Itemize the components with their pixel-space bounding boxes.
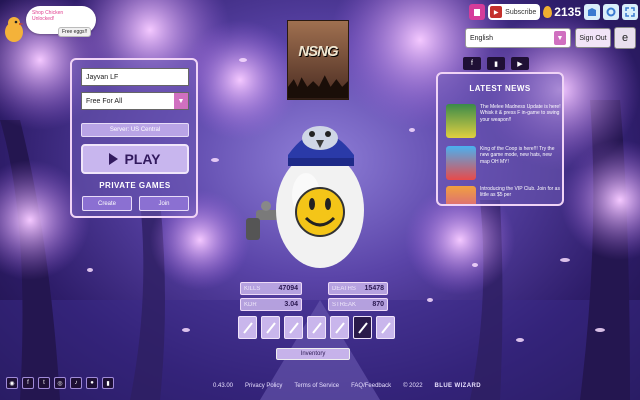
egg-character: [246, 126, 364, 268]
stat-value: 3.04: [284, 301, 298, 308]
create-game-button[interactable]: Create: [82, 196, 132, 211]
avatar[interactable]: e: [614, 27, 636, 49]
stat-kills: KILLS 47094: [240, 282, 302, 295]
discord-icon[interactable]: ◉: [6, 377, 18, 389]
logo-text: NSNG: [298, 43, 338, 60]
twitch-icon[interactable]: ▮: [487, 57, 505, 70]
play-icon: [109, 153, 119, 165]
subscribe-button[interactable]: ▶ Subscribe: [488, 4, 541, 20]
chevron-down-icon: ▼: [554, 31, 566, 45]
inventory-button[interactable]: Inventory: [276, 348, 350, 360]
news-thumbnail: [446, 146, 476, 180]
weapon-slot-smg[interactable]: [261, 316, 280, 339]
subscribe-label: Subscribe: [505, 8, 537, 16]
game-logo: NSNG: [287, 20, 349, 100]
join-game-button[interactable]: Join: [139, 196, 189, 211]
server-select-button[interactable]: Server: US Central: [81, 123, 189, 137]
news-title: LATEST NEWS: [469, 84, 531, 93]
news-item[interactable]: King of the Coop is here!!! Try the new …: [446, 146, 562, 182]
language-selected: English: [470, 34, 493, 42]
stat-value: 15478: [364, 285, 384, 292]
stat-streak: STREAK 870: [328, 298, 388, 311]
game-mode-selected: Free For All: [86, 97, 123, 105]
weapon-slot-melee[interactable]: [376, 316, 395, 339]
weapon-slot-crackshot[interactable]: [307, 316, 326, 339]
settings-icon[interactable]: [603, 4, 619, 20]
youtube-icon[interactable]: ▶: [511, 57, 529, 70]
news-text: King of the Coop is here!!! Try the new …: [480, 146, 555, 165]
player-name-input[interactable]: Jayvan LF: [81, 68, 189, 86]
news-text: Introducing the VIP Club. Join for as li…: [480, 186, 560, 199]
instagram-icon[interactable]: ◎: [54, 377, 66, 389]
golden-egg-icon: [543, 6, 553, 18]
stat-label: STREAK: [332, 301, 357, 308]
news-item[interactable]: The Melee Madness Update is here! Whisk …: [446, 104, 562, 140]
stat-label: KDR: [244, 301, 257, 308]
stat-label: DEATHS: [332, 285, 356, 292]
news-panel: LATEST NEWS The Melee Madness Update is …: [436, 72, 564, 206]
egg-balance: 2135: [543, 5, 581, 19]
weapon-slot-shotgun[interactable]: [284, 316, 303, 339]
play-label: PLAY: [124, 151, 161, 167]
facebook-icon[interactable]: f: [22, 377, 34, 389]
chevron-down-icon: ▼: [174, 93, 188, 109]
speech-line-2: Unlocked!: [32, 16, 55, 22]
facebook-icon[interactable]: f: [463, 57, 481, 70]
shop-icon[interactable]: [469, 4, 486, 20]
brand-logo[interactable]: BLUE WIZARD: [435, 383, 481, 389]
news-item[interactable]: Introducing the VIP Club. Join for as li…: [446, 186, 562, 204]
news-social-row: f ▮ ▶: [463, 57, 529, 70]
footer-social-icons: ◉ f t ◎ ♪ ● ▮: [6, 377, 114, 389]
tiktok-icon[interactable]: ♪: [70, 377, 82, 389]
stat-label: KILLS: [244, 285, 261, 292]
weapon-slot-rifle[interactable]: [238, 316, 257, 339]
private-games-title: PRIVATE GAMES: [99, 181, 171, 190]
news-thumbnail: [446, 104, 476, 138]
stat-value: 47094: [278, 285, 298, 292]
weapon-slot-selected[interactable]: [353, 316, 372, 339]
footer-links: 0.43.00 Privacy Policy Terms of Service …: [213, 383, 481, 389]
stat-value: 870: [372, 301, 384, 308]
steam-icon[interactable]: ●: [86, 377, 98, 389]
top-bar: ▶ Subscribe 2135: [469, 2, 638, 22]
faq-link[interactable]: FAQ/Feedback: [351, 383, 391, 389]
terms-link[interactable]: Terms of Service: [294, 383, 339, 389]
news-text: The Melee Madness Update is here! Whisk …: [480, 104, 561, 123]
play-button[interactable]: PLAY: [81, 144, 189, 174]
sign-out-button[interactable]: Sign Out: [575, 28, 611, 48]
stat-deaths: DEATHS 15478: [328, 282, 388, 295]
chicken-mascot-icon[interactable]: [2, 14, 26, 44]
language-select[interactable]: English ▼: [465, 28, 571, 48]
weapon-slot-egg-k[interactable]: [330, 316, 349, 339]
twitter-icon[interactable]: t: [38, 377, 50, 389]
copyright-label: © 2022: [403, 383, 423, 389]
logo-trees-icon: [288, 75, 348, 99]
news-thumbnail: [446, 186, 476, 204]
version-label: 0.43.00: [213, 383, 234, 389]
egg-count-value: 2135: [554, 5, 581, 19]
store-icon[interactable]: [584, 4, 600, 20]
youtube-icon: ▶: [490, 6, 503, 18]
fullscreen-icon[interactable]: [622, 4, 638, 20]
privacy-link[interactable]: Privacy Policy: [245, 383, 282, 389]
twitch-icon[interactable]: ▮: [102, 377, 114, 389]
free-eggs-button[interactable]: Free eggs!!: [58, 27, 92, 37]
play-panel: Jayvan LF Free For All ▼ Server: US Cent…: [70, 58, 198, 218]
stat-kdr: KDR 3.04: [240, 298, 302, 311]
game-mode-select[interactable]: Free For All ▼: [81, 92, 189, 110]
weapon-slots: [238, 316, 395, 339]
